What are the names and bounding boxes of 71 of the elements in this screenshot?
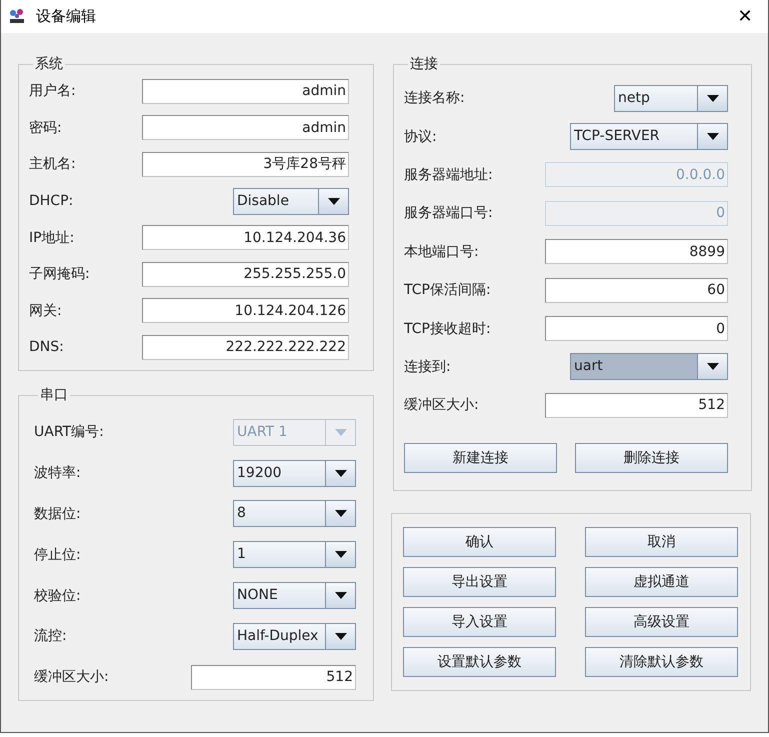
field-label: 波特率: xyxy=(34,464,81,482)
caret-icon xyxy=(334,428,346,436)
window-title: 设备编辑 xyxy=(36,7,97,26)
group-title: 系统 xyxy=(34,55,64,73)
input-field[interactable]: 222.222.222.222 xyxy=(142,334,349,360)
input-field[interactable]: admin xyxy=(142,78,349,104)
field-label: UART编号: xyxy=(34,423,104,442)
caret-icon xyxy=(334,551,346,558)
dropdown[interactable]: 1 xyxy=(233,541,356,568)
close-button[interactable]: ✕ xyxy=(722,0,768,33)
input-field[interactable]: 255.255.255.0 xyxy=(142,262,349,287)
action-button[interactable]: 虚拟通道 xyxy=(585,567,738,597)
field-label: 主机名: xyxy=(29,155,76,174)
input-field[interactable]: 8899 xyxy=(545,239,728,264)
action-button[interactable]: 新建连接 xyxy=(404,442,557,473)
group-title: 连接 xyxy=(409,55,439,73)
action-button[interactable]: 设置默认参数 xyxy=(403,647,556,677)
dropdown[interactable]: TCP-SERVER xyxy=(570,123,728,150)
field-label: DHCP: xyxy=(29,193,74,210)
action-button[interactable]: 确认 xyxy=(403,527,556,557)
action-button[interactable]: 清除默认参数 xyxy=(585,647,738,677)
input-field[interactable]: admin xyxy=(142,115,349,140)
field-label: 停止位: xyxy=(34,546,81,564)
input-field[interactable]: 3号库28号秤 xyxy=(142,152,349,177)
caret-icon xyxy=(328,198,340,205)
input-field[interactable]: 60 xyxy=(545,278,728,303)
caret-icon xyxy=(334,632,346,640)
input-field[interactable]: 512 xyxy=(545,392,728,418)
field-label: 服务器端地址: xyxy=(404,166,493,184)
field-label: 连接名称: xyxy=(404,89,465,108)
caret-icon xyxy=(706,94,718,102)
field-label: 流控: xyxy=(34,627,67,646)
field-label: TCP保活间隔: xyxy=(404,281,491,300)
dropdown[interactable]: NONE xyxy=(233,582,356,610)
app-logo-icon xyxy=(8,8,26,26)
caret-icon xyxy=(334,592,346,600)
input-field[interactable]: 10.124.204.126 xyxy=(142,298,349,324)
field-label: 密码: xyxy=(29,118,62,137)
action-button[interactable]: 高级设置 xyxy=(585,607,738,637)
field-label: TCP接收超时: xyxy=(404,320,491,338)
caret-icon xyxy=(334,470,346,477)
action-button[interactable]: 导入设置 xyxy=(403,607,556,637)
field-label: 校验位: xyxy=(34,586,81,605)
input-field[interactable]: 10.124.204.36 xyxy=(142,225,349,250)
field-label: DNS: xyxy=(29,339,64,356)
dropdown[interactable]: 19200 xyxy=(233,460,356,487)
dropdown[interactable]: Disable xyxy=(233,188,349,215)
field-label: 子网掩码: xyxy=(29,265,90,284)
field-label: 用户名: xyxy=(29,82,76,100)
field-label: 连接到: xyxy=(404,358,451,376)
action-button[interactable]: 取消 xyxy=(585,527,738,557)
field-label: IP地址: xyxy=(29,228,74,247)
caret-icon xyxy=(706,133,718,140)
dropdown[interactable]: uart xyxy=(570,353,728,380)
action-button[interactable]: 导出设置 xyxy=(403,567,556,597)
group-title: 串口 xyxy=(39,386,69,404)
field-label: 服务器端口号: xyxy=(404,204,493,222)
field-label: 协议: xyxy=(404,128,437,146)
caret-icon xyxy=(334,510,346,518)
input-field[interactable]: 512 xyxy=(191,664,356,690)
field-label: 网关: xyxy=(29,302,62,320)
dropdown[interactable]: netp xyxy=(614,84,728,112)
field-label: 缓冲区大小: xyxy=(404,396,479,414)
field-label: 本地端口号: xyxy=(404,242,479,261)
dropdown[interactable]: Half-Duplex xyxy=(233,622,356,650)
field-label: 缓冲区大小: xyxy=(34,668,109,686)
action-button[interactable]: 删除连接 xyxy=(575,442,728,473)
field-label: 数据位: xyxy=(34,504,81,523)
dropdown[interactable]: 8 xyxy=(233,500,356,528)
input-field[interactable]: 0 xyxy=(545,316,728,342)
caret-icon xyxy=(706,363,718,370)
